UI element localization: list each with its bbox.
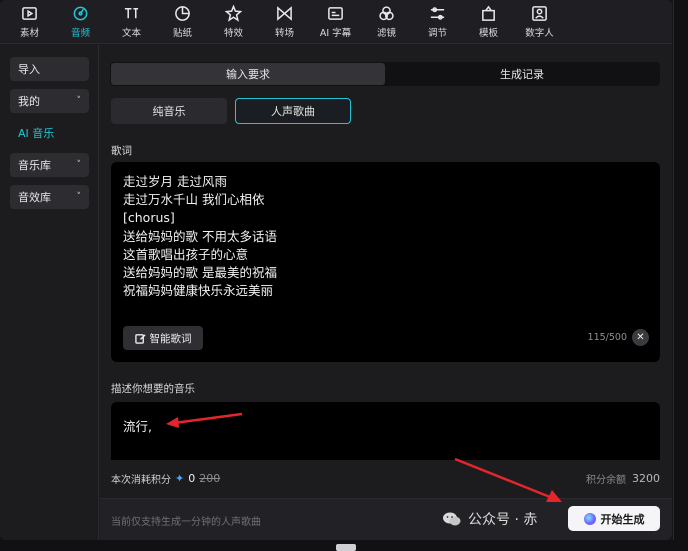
app-window: 素材 音频 文本 贴纸 特效 转场 AI 字幕 滤镜 调节 模板 数字人 导入 …: [0, 0, 672, 540]
lyrics-label: 歌词: [111, 145, 132, 157]
start-generate-button[interactable]: 开始生成: [568, 506, 660, 531]
toolbar-label: 素材: [19, 28, 39, 39]
toolbar-sticker[interactable]: 贴纸: [157, 0, 208, 44]
sidebar-item-import[interactable]: 导入: [10, 57, 89, 81]
music-description-input[interactable]: 流行,: [111, 402, 660, 460]
sidebar: 导入 我的 ˅ AI 音乐 音乐库 ˅ 音效库 ˅: [0, 45, 99, 540]
main-panel: 输入要求 生成记录 纯音乐 人声歌曲 歌词 走过岁月 走过风雨 走过万水千山 我…: [100, 45, 672, 540]
toolbar-digital-human[interactable]: 数字人: [514, 0, 565, 44]
mode-tabs: 输入要求 生成记录: [110, 62, 660, 86]
describe-label: 描述你想要的音乐: [111, 383, 195, 395]
smart-lyrics-button[interactable]: 智能歌词: [123, 326, 203, 350]
lyrics-line: 送给妈妈的歌 是最美的祝福: [123, 265, 277, 281]
right-edge: [673, 0, 688, 551]
lyrics-line: 这首歌唱出孩子的心意: [123, 246, 249, 262]
toolbar-label: 特效: [223, 28, 243, 39]
cost-label: 本次消耗积分: [111, 475, 171, 486]
adjust-icon: [430, 7, 445, 20]
toolbar-label: 转场: [274, 28, 294, 39]
lyrics-line: 祝福妈妈健康快乐永远美丽: [123, 283, 274, 299]
toolbar-media[interactable]: 素材: [4, 0, 55, 44]
smart-lyrics-label: 智能歌词: [149, 332, 192, 345]
watermark: 公众号 · 赤: [442, 509, 537, 529]
tab-input-requirements[interactable]: 输入要求: [111, 63, 385, 85]
credit-star-icon: ✦: [175, 472, 185, 485]
sidebar-item-ai-music[interactable]: AI 音乐: [10, 121, 89, 145]
top-toolbar: 素材 音频 文本 贴纸 特效 转场 AI 字幕 滤镜 调节 模板 数字人: [0, 0, 672, 44]
sidebar-item-mine[interactable]: 我的 ˅: [10, 89, 89, 113]
toolbar-filter[interactable]: 滤镜: [361, 0, 412, 44]
digital-human-icon: [532, 6, 547, 21]
toolbar-label: AI 字幕: [319, 28, 352, 39]
sidebar-item-music-library[interactable]: 音乐库 ˅: [10, 153, 89, 177]
toolbar-label: 滤镜: [376, 28, 396, 39]
sidebar-item-sfx-library[interactable]: 音效库 ˅: [10, 185, 89, 209]
sidebar-item-label: 音乐库: [18, 159, 51, 172]
toolbar-text[interactable]: 文本: [106, 0, 157, 44]
toolbar-label: 贴纸: [172, 28, 192, 39]
footer-bar: 当前仅支持生成一分钟的人声歌曲 公众号 · 赤 开始生成: [100, 498, 672, 540]
chevron-down-icon: ˅: [76, 160, 82, 170]
balance-label: 积分余额: [586, 475, 626, 486]
clear-lyrics-button[interactable]: ✕: [632, 329, 649, 346]
transition-icon: [277, 6, 292, 21]
lyrics-line: 走过万水千山 我们心相依: [123, 192, 265, 208]
cost-original: 200: [199, 472, 221, 485]
footer-note: 当前仅支持生成一分钟的人声歌曲: [111, 517, 261, 528]
sidebar-item-label: 我的: [18, 95, 40, 108]
toolbar-label: 数字人: [525, 28, 554, 39]
edit-icon: [134, 333, 146, 344]
bottom-marker-icon: [336, 544, 356, 551]
chevron-down-icon: ˅: [76, 192, 82, 202]
toolbar-adjust[interactable]: 调节: [412, 0, 463, 44]
close-icon: ✕: [636, 332, 645, 343]
tab-vocal-song[interactable]: 人声歌曲: [235, 98, 351, 124]
toolbar-audio[interactable]: 音频: [55, 0, 106, 44]
toolbar-effects[interactable]: 特效: [208, 0, 259, 44]
sticker-icon: [175, 6, 190, 21]
toolbar-label: 文本: [121, 28, 141, 39]
char-counter: 115/500: [587, 332, 627, 343]
music-type-tabs: 纯音乐 人声歌曲: [111, 98, 351, 124]
sidebar-item-label: AI 音乐: [18, 127, 55, 140]
lyrics-line: 走过岁月 走过风雨: [123, 174, 227, 189]
watermark-text: 公众号 · 赤: [468, 512, 538, 528]
lyrics-content: 走过岁月 走过风雨 走过万水千山 我们心相依 [chorus] 送给妈妈的歌 不…: [123, 173, 277, 300]
toolbar-transition[interactable]: 转场: [259, 0, 310, 44]
lyrics-line: [chorus]: [123, 210, 175, 226]
lyrics-textarea[interactable]: 走过岁月 走过风雨 走过万水千山 我们心相依 [chorus] 送给妈妈的歌 不…: [111, 162, 660, 362]
tab-instrumental[interactable]: 纯音乐: [111, 98, 227, 124]
sidebar-item-label: 音效库: [18, 191, 51, 204]
audio-icon: [73, 6, 88, 21]
toolbar-ai-subtitle[interactable]: AI 字幕: [310, 0, 361, 44]
effects-icon: [225, 5, 242, 22]
text-icon: [124, 8, 139, 19]
toolbar-label: 调节: [427, 28, 447, 39]
cost-current: 0: [188, 472, 196, 485]
description-value: 流行,: [123, 419, 152, 434]
template-icon: [482, 5, 495, 21]
wechat-icon: [443, 512, 461, 526]
balance-value: 3200: [632, 472, 660, 485]
chevron-down-icon: ˅: [76, 96, 82, 106]
toolbar-label: 音频: [70, 28, 90, 39]
toolbar-template[interactable]: 模板: [463, 0, 514, 44]
credits-row: 本次消耗积分 ✦ 0 200 积分余额 3200: [111, 469, 660, 486]
generate-label: 开始生成: [600, 512, 645, 526]
sparkle-icon: [583, 512, 596, 525]
sidebar-item-label: 导入: [18, 63, 40, 76]
ai-subtitle-icon: [328, 7, 343, 20]
lyrics-line: 送给妈妈的歌 不用太多话语: [123, 228, 277, 244]
tab-generation-history[interactable]: 生成记录: [385, 63, 659, 85]
filter-icon: [379, 6, 394, 21]
media-icon: [22, 7, 37, 20]
toolbar-label: 模板: [478, 28, 498, 39]
